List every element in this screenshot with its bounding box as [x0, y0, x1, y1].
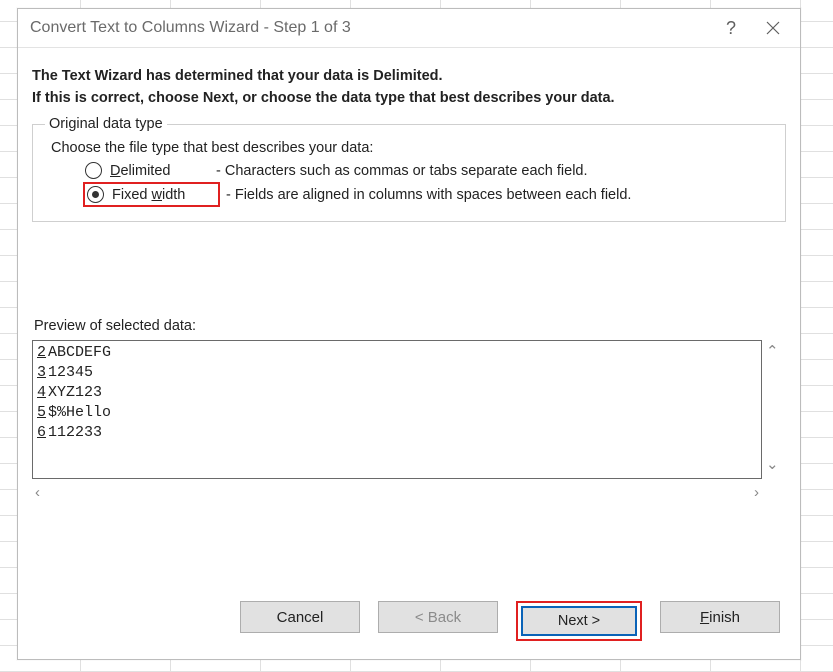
help-button[interactable]: ? [710, 13, 752, 43]
close-icon [766, 21, 780, 35]
preview-row: 4XYZ123 [37, 383, 761, 403]
option-delimited[interactable]: Delimited - Characters such as commas or… [85, 162, 773, 179]
choose-label: Choose the file type that best describes… [51, 140, 773, 156]
preview-row-text: ABCDEFG [48, 343, 111, 363]
radio-delimited[interactable] [85, 162, 102, 179]
option-delimited-label: Delimited [110, 163, 210, 179]
preview-row: 5$%Hello [37, 403, 761, 423]
preview-pane: 2ABCDEFG3123454XYZ1235$%Hello6112233 [32, 340, 762, 479]
preview-row-number: 2 [37, 343, 46, 363]
next-button[interactable]: Next > [521, 606, 637, 636]
option-fixed-width-highlight: Fixed width [83, 182, 220, 207]
radio-fixed-width[interactable] [87, 186, 104, 203]
preview-scroll-horizontal[interactable]: ‹ › [32, 485, 762, 500]
button-bar: Cancel < Back Next > Finish [18, 589, 800, 659]
next-button-highlight: Next > [516, 601, 642, 641]
preview-row-text: 12345 [48, 363, 93, 383]
scroll-down-icon[interactable]: ⌄ [766, 457, 782, 472]
scroll-left-icon[interactable]: ‹ [35, 485, 40, 500]
cancel-button[interactable]: Cancel [240, 601, 360, 633]
preview-row-text: 112233 [48, 423, 102, 443]
preview-row: 312345 [37, 363, 761, 383]
scroll-right-icon[interactable]: › [754, 485, 759, 500]
dialog-title: Convert Text to Columns Wizard - Step 1 … [30, 19, 710, 37]
radio-checked-dot-icon [92, 191, 99, 198]
preview-row: 6112233 [37, 423, 761, 443]
preview-row-text: $%Hello [48, 403, 111, 423]
intro-line-2: If this is correct, choose Next, or choo… [32, 90, 786, 106]
preview-row-number: 3 [37, 363, 46, 383]
preview-row: 2ABCDEFG [37, 343, 761, 363]
preview-wrap: 2ABCDEFG3123454XYZ1235$%Hello6112233 ⌃ ⌄ [32, 340, 762, 479]
preview-row-number: 6 [37, 423, 46, 443]
group-legend: Original data type [45, 116, 167, 132]
preview-row-text: XYZ123 [48, 383, 102, 403]
finish-button[interactable]: Finish [660, 601, 780, 633]
dialog-content: The Text Wizard has determined that your… [18, 48, 800, 589]
option-fixed-width-label[interactable]: Fixed width [112, 187, 212, 203]
scroll-up-icon[interactable]: ⌃ [766, 344, 782, 359]
back-button: < Back [378, 601, 498, 633]
preview-row-number: 4 [37, 383, 46, 403]
option-delimited-desc: - Characters such as commas or tabs sepa… [216, 163, 588, 179]
preview-scroll-vertical[interactable]: ⌃ ⌄ [766, 344, 782, 472]
intro-line-1: The Text Wizard has determined that your… [32, 68, 786, 84]
preview-label: Preview of selected data: [34, 318, 786, 334]
close-button[interactable] [752, 13, 794, 43]
option-fixed-width-desc: - Fields are aligned in columns with spa… [226, 187, 631, 203]
preview-row-number: 5 [37, 403, 46, 423]
original-data-type-group: Original data type Choose the file type … [32, 116, 786, 222]
titlebar: Convert Text to Columns Wizard - Step 1 … [18, 9, 800, 48]
wizard-dialog: Convert Text to Columns Wizard - Step 1 … [17, 8, 801, 660]
